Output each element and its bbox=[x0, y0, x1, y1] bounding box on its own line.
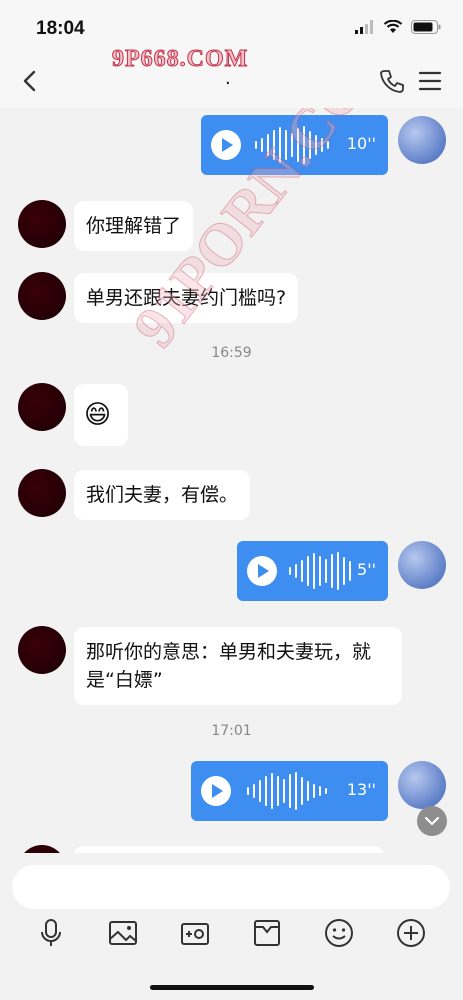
menu-icon[interactable] bbox=[417, 68, 443, 94]
avatar[interactable] bbox=[398, 116, 446, 164]
emoji-icon[interactable] bbox=[323, 917, 355, 949]
message-input[interactable] bbox=[12, 865, 450, 909]
play-icon[interactable] bbox=[211, 130, 241, 160]
timestamp: 16:59 bbox=[211, 345, 252, 361]
avatar[interactable] bbox=[398, 761, 446, 809]
avatar[interactable] bbox=[18, 200, 66, 248]
chat-area[interactable]: 10'' 你理解错了 单男还跟夫妻约门槛吗? 16:59 😄 我们夫妻，有偿。 … bbox=[0, 108, 463, 853]
avatar[interactable] bbox=[398, 541, 446, 589]
emoji-message[interactable]: 😄 bbox=[74, 384, 128, 446]
text-message[interactable]: 我们夫妻，有偿。 bbox=[74, 470, 251, 520]
waveform bbox=[255, 125, 329, 165]
play-icon[interactable] bbox=[247, 556, 277, 586]
voice-message[interactable]: 10'' bbox=[201, 115, 388, 175]
waveform bbox=[289, 551, 351, 591]
camera-icon[interactable] bbox=[179, 917, 211, 949]
timestamp: 17:01 bbox=[211, 723, 252, 739]
voice-duration: 13'' bbox=[346, 780, 376, 799]
text-message[interactable]: 那听你的意思：单男和夫妻玩，就是“白嫖” bbox=[74, 627, 402, 705]
home-indicator bbox=[150, 985, 314, 990]
avatar[interactable] bbox=[18, 272, 66, 320]
image-icon[interactable] bbox=[107, 917, 139, 949]
chevron-down-icon bbox=[424, 816, 440, 826]
status-icons bbox=[355, 20, 441, 34]
microphone-icon[interactable] bbox=[35, 917, 67, 949]
waveform bbox=[247, 771, 327, 811]
text-message[interactable]: 单男还跟夫妻约门槛吗? bbox=[74, 273, 299, 323]
wifi-icon bbox=[383, 20, 403, 33]
voice-duration: 5'' bbox=[357, 560, 376, 579]
chevron-left-icon[interactable] bbox=[18, 68, 44, 94]
voice-message[interactable]: 13'' bbox=[191, 761, 388, 821]
scroll-down-button[interactable] bbox=[417, 806, 447, 836]
text-message-partial[interactable] bbox=[74, 846, 384, 853]
folder-icon[interactable] bbox=[251, 917, 283, 949]
avatar[interactable] bbox=[18, 469, 66, 517]
voice-message[interactable]: 5'' bbox=[237, 541, 388, 601]
toolbar bbox=[0, 917, 463, 957]
input-area bbox=[0, 853, 463, 1000]
avatar[interactable] bbox=[18, 383, 66, 431]
status-time: 18:04 bbox=[36, 18, 85, 39]
avatar[interactable] bbox=[18, 626, 66, 674]
watermark-logo-top: 9P668.COM bbox=[111, 46, 249, 73]
text-message[interactable]: 你理解错了 bbox=[74, 201, 194, 251]
play-icon[interactable] bbox=[201, 776, 231, 806]
avatar[interactable] bbox=[18, 845, 66, 853]
signal-icon bbox=[355, 20, 373, 34]
voice-duration: 10'' bbox=[346, 134, 376, 153]
plus-icon[interactable] bbox=[395, 917, 427, 949]
battery-icon bbox=[411, 20, 441, 34]
phone-icon[interactable] bbox=[379, 68, 405, 94]
